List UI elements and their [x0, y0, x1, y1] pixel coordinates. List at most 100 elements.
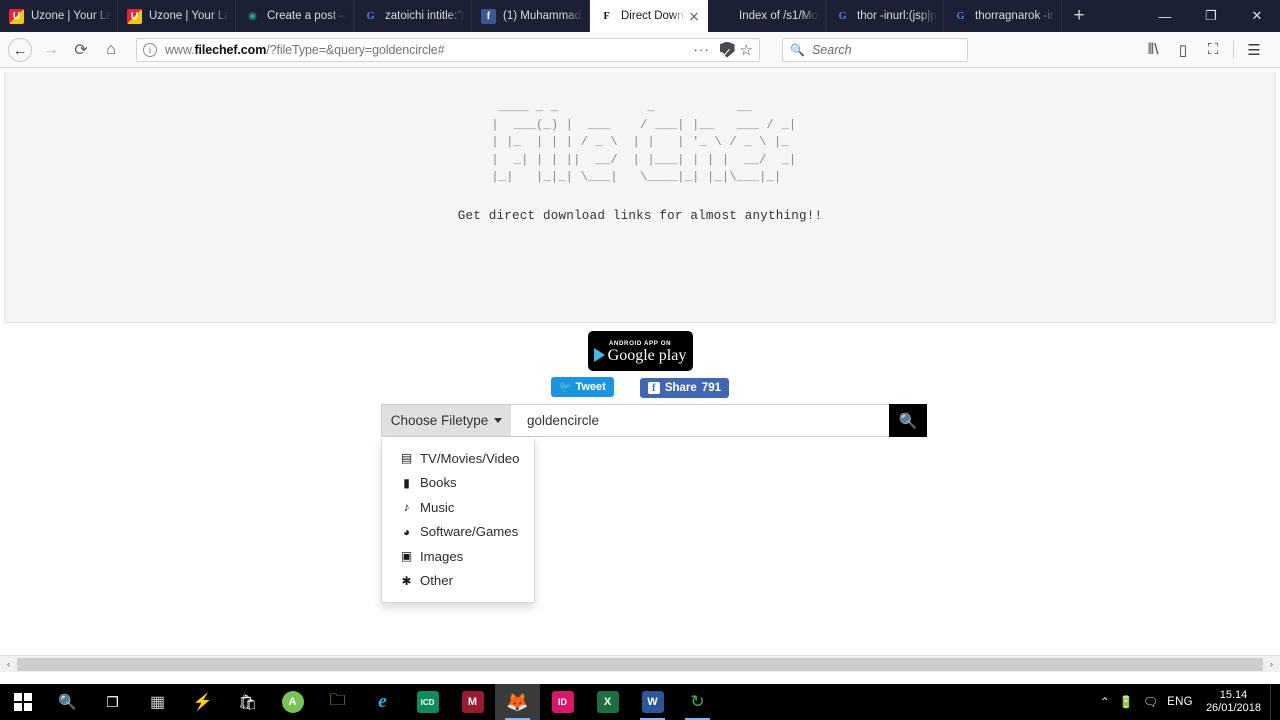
- taskbar-app-word[interactable]: W: [630, 684, 675, 720]
- url-domain: filechef.com: [194, 42, 267, 57]
- page-actions-icon[interactable]: ···: [689, 42, 715, 57]
- filetype-option-books[interactable]: ▮ Books: [382, 471, 534, 496]
- uzone-icon: U: [9, 8, 24, 24]
- start-button[interactable]: [0, 684, 45, 720]
- filetype-option-images[interactable]: ▣ Images: [382, 544, 534, 569]
- play-word: play: [658, 346, 687, 364]
- browser-search-box[interactable]: 🔍: [782, 37, 968, 62]
- google-word: Google: [607, 346, 655, 364]
- tab-title: (1) Muhammad: [503, 10, 581, 22]
- reload-button[interactable]: ⟳: [66, 35, 96, 65]
- taskbar-app-winamp[interactable]: ⚡: [180, 684, 225, 720]
- language-indicator[interactable]: ENG: [1167, 696, 1193, 708]
- new-tab-button[interactable]: +: [1062, 0, 1096, 32]
- search-submit-button[interactable]: 🔍: [889, 404, 927, 437]
- browser-tab[interactable]: Index of /s1/Movie/: [708, 0, 826, 32]
- screenshot-icon[interactable]: ⛶: [1199, 36, 1227, 64]
- windows-logo-icon: [13, 693, 32, 711]
- taskbar-app-firefox[interactable]: 🦊: [495, 684, 540, 720]
- excel-icon: X: [596, 691, 619, 713]
- search-form: Choose Filetype 🔍: [381, 404, 927, 437]
- taskbar-app-file-explorer[interactable]: 🗀: [315, 684, 360, 720]
- browser-tab[interactable]: U Uzone | Your Lat: [118, 0, 236, 32]
- tab-title: thor -inurl:(jsp|p: [857, 10, 937, 22]
- pocket-icon[interactable]: [719, 41, 735, 58]
- clock[interactable]: 15.14 26/01/2018: [1202, 689, 1261, 715]
- play-triangle-icon: [593, 348, 605, 362]
- google-play-wordmark: Google play: [607, 346, 687, 364]
- taskbar-app-idm-pink[interactable]: ID: [540, 684, 585, 720]
- home-button[interactable]: ⌂: [96, 35, 126, 65]
- sidebar-icon[interactable]: ▯: [1169, 36, 1197, 64]
- disc-icon: ◕: [402, 524, 411, 539]
- taskbar-app-maxthon[interactable]: M: [450, 684, 495, 720]
- google-play-top-text: ANDROID APP ON: [608, 339, 672, 347]
- taskbar-app-icd[interactable]: ICD: [405, 684, 450, 720]
- winamp-icon: ⚡: [192, 694, 213, 711]
- social-buttons: 🐦 Tweet f Share 791: [0, 377, 1280, 398]
- windows-taskbar: 🔍 ❐ ▦ ⚡ 🛍 A 🗀 e ICD M 🦊 ID X W ↻ ⌃ 🔋 🗨 E…: [0, 684, 1280, 720]
- tab-title: Index of /s1/Movie/: [739, 10, 819, 22]
- forward-button[interactable]: →: [36, 35, 66, 65]
- maximize-button[interactable]: ❐: [1188, 0, 1234, 32]
- search-input[interactable]: [811, 42, 960, 57]
- google-play-badge[interactable]: ANDROID APP ON Google play: [587, 331, 693, 371]
- filetype-option-tv-movies-video[interactable]: ▤ TV/Movies/Video: [382, 446, 534, 471]
- tab-title: zatoichi intitle:"i: [385, 10, 464, 22]
- filetype-option-music[interactable]: ♪ Music: [382, 495, 534, 520]
- browser-tab[interactable]: G zatoichi intitle:"i: [354, 0, 472, 32]
- tweet-button[interactable]: 🐦 Tweet: [551, 377, 614, 397]
- bookmark-star-icon[interactable]: ☆: [740, 41, 753, 59]
- browser-window: U Uzone | Your Lat U Uzone | Your Lat ◉ …: [0, 0, 1280, 684]
- browser-tab[interactable]: f (1) Muhammad: [472, 0, 590, 32]
- address-bar[interactable]: i www.filechef.com/?fileType=&query=gold…: [136, 37, 760, 62]
- taskbar-app-idm[interactable]: ↻: [675, 684, 720, 720]
- back-button[interactable]: ←: [8, 37, 32, 62]
- query-input[interactable]: [511, 404, 889, 437]
- browser-tab[interactable]: ◉ Create a post —: [236, 0, 354, 32]
- task-view-button[interactable]: ❐: [90, 684, 135, 720]
- clock-date: 26/01/2018: [1205, 702, 1261, 714]
- twitter-bird-icon: 🐦: [559, 381, 572, 393]
- scrollbar-thumb[interactable]: [17, 657, 1263, 671]
- filetype-option-other[interactable]: ✱ Other: [382, 569, 534, 594]
- facebook-icon: f: [481, 8, 496, 24]
- menu-icon[interactable]: ☰: [1240, 36, 1268, 64]
- option-label: Other: [420, 573, 453, 589]
- scroll-left-arrow-icon[interactable]: ‹: [0, 656, 17, 673]
- chevron-up-icon[interactable]: ⌃: [1100, 695, 1110, 709]
- facebook-share-button[interactable]: f Share 791: [639, 378, 729, 398]
- library-icon[interactable]: ⦀\: [1139, 36, 1167, 64]
- action-center-icon[interactable]: 🗨: [1143, 695, 1158, 709]
- browser-tab[interactable]: U Uzone | Your Lat: [0, 0, 118, 32]
- browser-tab-active[interactable]: F Direct Downl: [590, 0, 708, 32]
- battery-icon[interactable]: 🔋: [1119, 695, 1134, 709]
- taskbar-app-microsoft-store[interactable]: 🛍: [225, 684, 270, 720]
- site-info-icon[interactable]: i: [143, 42, 157, 57]
- google-icon: G: [956, 10, 965, 22]
- show-desktop-button[interactable]: [1270, 684, 1274, 720]
- filetype-option-software-games[interactable]: ◕ Software/Games: [382, 520, 534, 545]
- horizontal-scrollbar[interactable]: ‹ ›: [0, 655, 1280, 672]
- filetype-dropdown-menu: ▤ TV/Movies/Video ▮ Books ♪ Music ◕ Soft…: [381, 439, 535, 603]
- firefox-icon: 🦊: [506, 691, 529, 712]
- close-icon[interactable]: [686, 8, 702, 24]
- close-window-button[interactable]: ✕: [1234, 0, 1280, 32]
- book-icon: ▮: [403, 475, 410, 490]
- taskbar-app-excel[interactable]: X: [585, 684, 630, 720]
- browser-tab[interactable]: G thorragnarok -in: [944, 0, 1062, 32]
- taskbar-app-android-studio[interactable]: A: [270, 684, 315, 720]
- browser-tab[interactable]: G thor -inurl:(jsp|p: [826, 0, 944, 32]
- choose-filetype-button[interactable]: Choose Filetype: [381, 404, 511, 437]
- scroll-right-arrow-icon[interactable]: ›: [1263, 656, 1280, 673]
- android-studio-icon: A: [281, 691, 304, 713]
- magnifier-icon: 🔍: [898, 412, 918, 430]
- taskbar-app-movie-maker[interactable]: ▦: [135, 684, 180, 720]
- idm-icon: ↻: [690, 692, 705, 711]
- url-prefix: www.: [165, 42, 195, 57]
- taskbar-app-internet-explorer[interactable]: e: [360, 684, 405, 720]
- toolbar-right: ⦀\ ▯ ⛶ ☰: [1139, 36, 1272, 64]
- taskbar-search-button[interactable]: 🔍: [45, 684, 90, 720]
- minimize-button[interactable]: —: [1142, 0, 1188, 32]
- tweet-label: Tweet: [575, 381, 606, 393]
